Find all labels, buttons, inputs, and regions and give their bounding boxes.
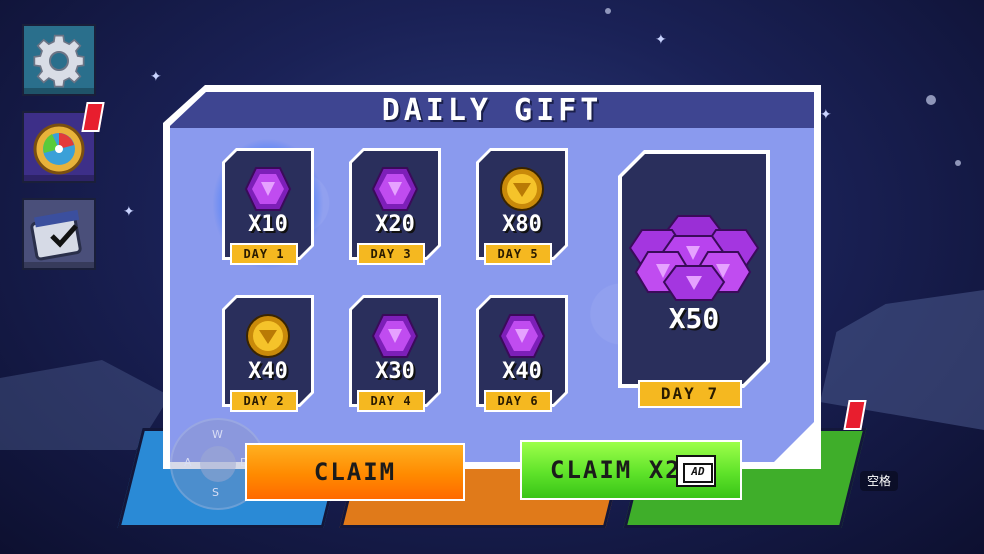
dialog-title: DAILY GIFT [381,93,603,128]
purple-gem-icon [371,313,419,359]
gem-pile-icon [628,215,760,301]
gold-coin-icon [498,166,546,212]
claim-button[interactable]: CLAIM [245,443,465,501]
gear-icon [33,34,85,88]
star-icon: ✦ [123,204,135,220]
day-label: DAY 7 [638,380,742,408]
reward-amount: X40 [248,359,288,384]
reward-amount: X50 [668,302,720,335]
floating-island [820,290,984,430]
day-label: DAY 4 [357,390,425,412]
claim-x2-label: CLAIM X2 [550,456,682,484]
space-key-hint[interactable]: 空格 [860,471,898,491]
star-icon: ✦ [150,69,162,85]
joystick-key-up: W [212,428,223,441]
reward-amount: X80 [502,212,542,237]
day-label: DAY 1 [230,243,298,265]
settings-button[interactable] [22,24,96,96]
tasks-button[interactable] [22,198,96,270]
ad-label: AD [683,463,713,483]
reward-amount: X40 [502,359,542,384]
day-label: DAY 6 [484,390,552,412]
purple-gem-icon [244,166,292,212]
claim-x2-ad-button[interactable]: CLAIM X2 AD [520,440,742,500]
planet-dot [955,160,961,166]
star-icon: ✦ [820,107,832,123]
star-icon: ✦ [655,32,667,48]
joystick-key-left: A [184,456,192,469]
reward-amount: X20 [375,212,415,237]
joystick-knob[interactable] [200,446,236,482]
checklist-book-icon [30,209,82,261]
purple-gem-icon [371,166,419,212]
reward-amount: X10 [248,212,288,237]
gold-coin-icon [244,313,292,359]
video-ad-icon: AD [676,455,716,487]
purple-gem-icon [498,313,546,359]
planet-dot [926,95,936,105]
day-label: DAY 5 [484,243,552,265]
day-label: DAY 3 [357,243,425,265]
joystick-key-down: S [212,486,219,499]
day-label: DAY 2 [230,390,298,412]
planet-dot [605,8,611,14]
reward-amount: X30 [375,359,415,384]
